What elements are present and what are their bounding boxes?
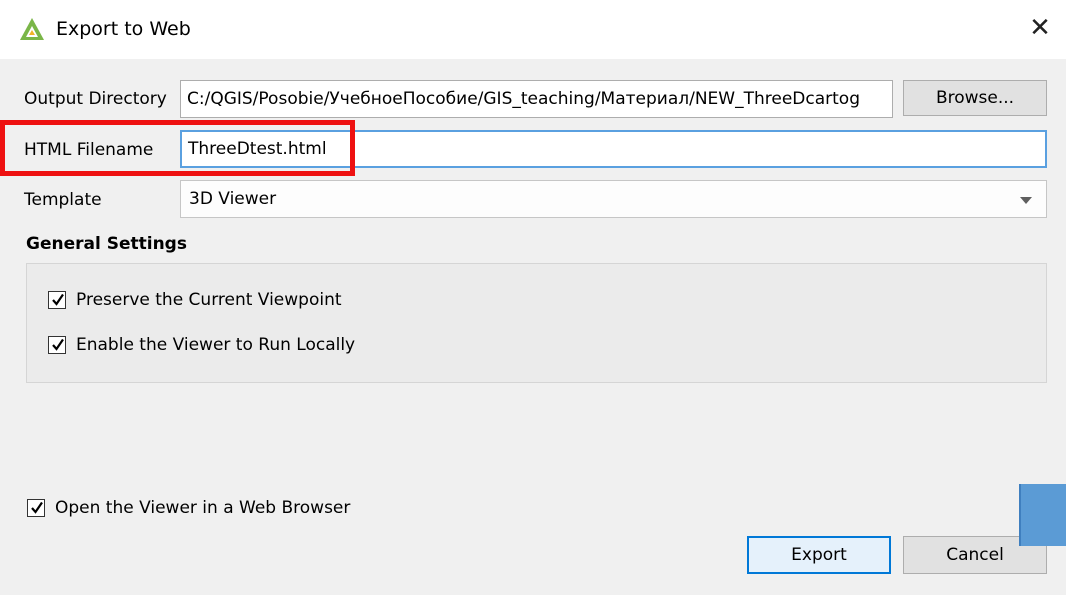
output-directory-field[interactable]: C:/QGIS/Posobie/УчебноеПособие/GIS_teach… [180, 80, 893, 118]
window-title: Export to Web [56, 18, 191, 40]
qgis-app-icon [20, 18, 44, 40]
checkbox-box[interactable] [27, 499, 45, 517]
checkmark-icon [52, 338, 64, 351]
general-settings-title: General Settings [26, 234, 187, 254]
preserve-viewpoint-checkbox[interactable]: Preserve the Current Viewpoint [48, 290, 342, 310]
checkbox-box[interactable] [48, 291, 66, 309]
annotation-highlight-box [0, 120, 355, 176]
checkmark-icon [31, 501, 43, 514]
template-selected-value: 3D Viewer [189, 189, 277, 209]
general-settings-group [26, 263, 1047, 383]
checkbox-label: Enable the Viewer to Run Locally [76, 335, 356, 355]
chevron-down-icon[interactable] [1020, 197, 1032, 204]
export-button[interactable]: Export [747, 536, 891, 574]
open-in-browser-checkbox[interactable]: Open the Viewer in a Web Browser [27, 498, 350, 518]
browse-button[interactable]: Browse... [903, 80, 1047, 116]
template-combobox[interactable]: 3D Viewer [180, 180, 1047, 218]
template-label: Template [24, 190, 102, 210]
run-locally-checkbox[interactable]: Enable the Viewer to Run Locally [48, 335, 355, 355]
blue-overlay-square [1019, 484, 1066, 546]
close-icon[interactable]: ✕ [1024, 12, 1056, 44]
checkbox-label: Preserve the Current Viewpoint [76, 290, 342, 310]
checkmark-icon [52, 293, 64, 306]
checkbox-box[interactable] [48, 336, 66, 354]
checkbox-label: Open the Viewer in a Web Browser [55, 498, 351, 518]
output-directory-label: Output Directory [24, 89, 167, 109]
title-bar: Export to Web ✕ [0, 0, 1066, 59]
